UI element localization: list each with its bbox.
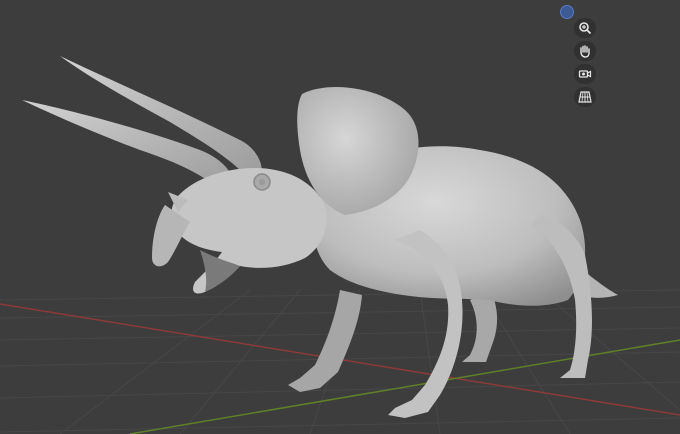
perspective-button[interactable]: [574, 87, 596, 107]
head: [171, 168, 327, 294]
camera-button[interactable]: [574, 64, 596, 84]
brow-horn-front: [22, 100, 235, 190]
3d-viewport[interactable]: [0, 0, 680, 434]
zoom-icon: [579, 22, 592, 35]
camera-icon: [578, 70, 592, 78]
zoom-button[interactable]: [574, 18, 596, 38]
hand-icon: [580, 45, 590, 58]
grid-perspective-icon: [578, 91, 592, 103]
pan-button[interactable]: [574, 41, 596, 61]
navigation-toolbar: [574, 18, 598, 107]
axis-gizmo-icon[interactable]: [560, 5, 574, 19]
front-far-leg: [288, 290, 362, 392]
axis-gizmo[interactable]: [560, 5, 574, 19]
